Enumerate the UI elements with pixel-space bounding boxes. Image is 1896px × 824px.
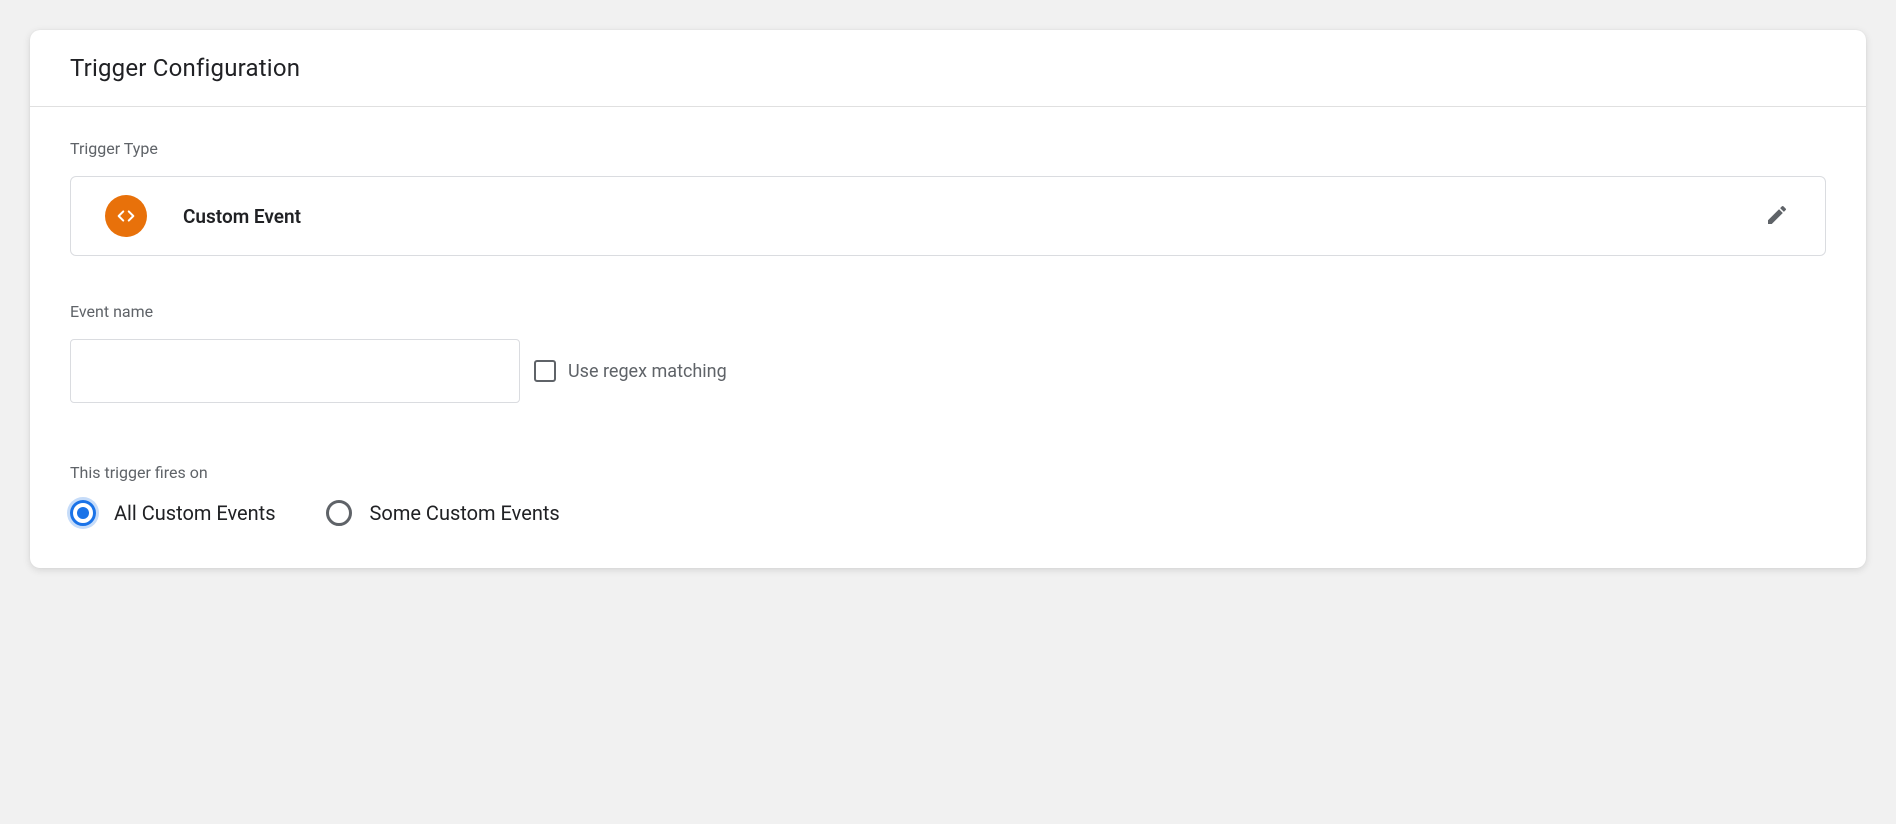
card-body: Trigger Type Custom Event Event name bbox=[30, 107, 1866, 568]
use-regex-checkbox[interactable]: Use regex matching bbox=[534, 360, 727, 382]
event-name-input[interactable] bbox=[70, 339, 520, 403]
fires-on-label: This trigger fires on bbox=[70, 463, 1826, 482]
pencil-icon bbox=[1765, 203, 1789, 230]
event-name-section: Event name Use regex matching bbox=[70, 302, 1826, 403]
trigger-type-name: Custom Event bbox=[183, 205, 1757, 228]
card-header: Trigger Configuration bbox=[30, 30, 1866, 107]
use-regex-label: Use regex matching bbox=[568, 361, 727, 382]
radio-unselected-icon bbox=[326, 500, 352, 526]
code-icon bbox=[105, 195, 147, 237]
edit-trigger-type-button[interactable] bbox=[1757, 196, 1797, 236]
radio-all-custom-events[interactable]: All Custom Events bbox=[70, 500, 276, 526]
checkbox-icon bbox=[534, 360, 556, 382]
event-name-label: Event name bbox=[70, 302, 1826, 321]
trigger-type-selector[interactable]: Custom Event bbox=[70, 176, 1826, 256]
fires-on-radio-group: All Custom Events Some Custom Events bbox=[70, 500, 1826, 526]
card-title: Trigger Configuration bbox=[70, 54, 1826, 82]
radio-label-all: All Custom Events bbox=[114, 501, 276, 525]
trigger-type-label: Trigger Type bbox=[70, 139, 1826, 158]
radio-some-custom-events[interactable]: Some Custom Events bbox=[326, 500, 560, 526]
trigger-configuration-card: Trigger Configuration Trigger Type Custo… bbox=[30, 30, 1866, 568]
radio-selected-icon bbox=[70, 500, 96, 526]
radio-label-some: Some Custom Events bbox=[370, 501, 560, 525]
fires-on-section: This trigger fires on All Custom Events … bbox=[70, 463, 1826, 526]
